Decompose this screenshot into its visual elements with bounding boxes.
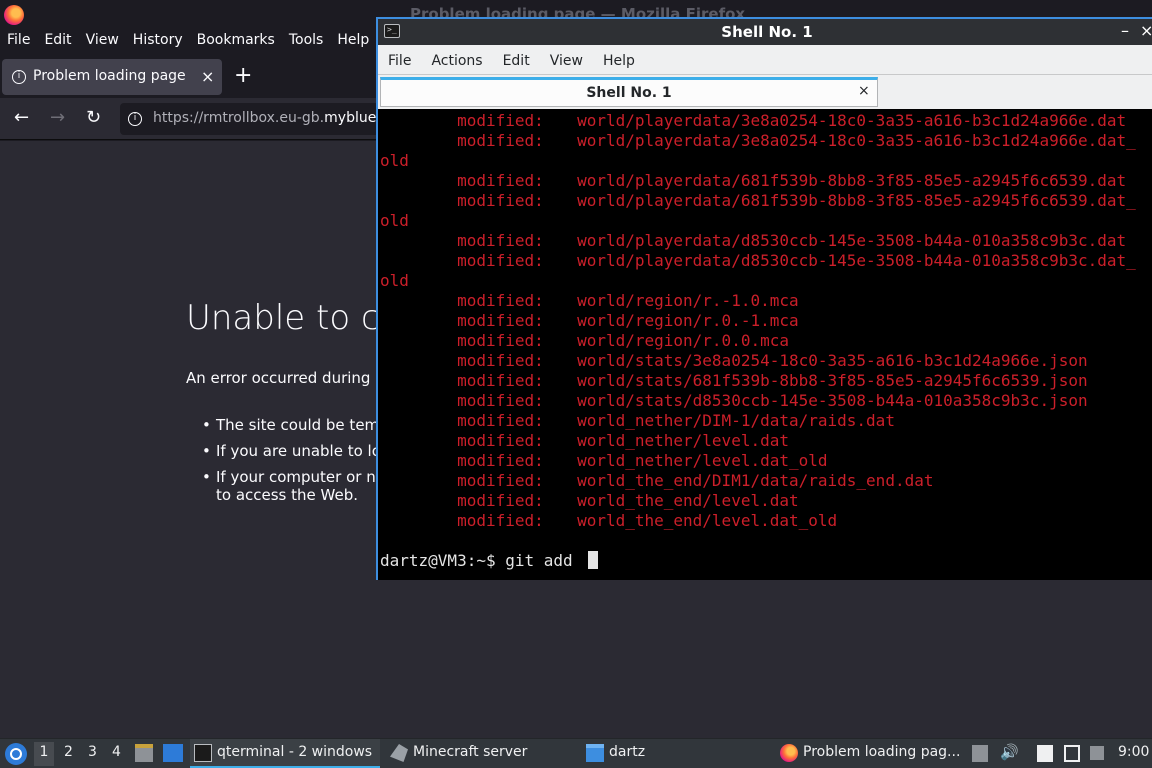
tab-close-icon[interactable]: × <box>201 67 214 86</box>
error-suggestion: The site could be tem <box>202 416 381 434</box>
error-suggestion: If you are unable to lo <box>202 442 381 460</box>
terminal-line: modified: world/playerdata/3e8a0254-18c0-… <box>457 131 1136 150</box>
terminal-line: old <box>380 211 409 230</box>
terminal-line: modified: world_nether/level.dat <box>457 431 789 450</box>
terminal-line: modified: world/region/r.-1.0.mca <box>457 291 799 310</box>
terminal-titlebar[interactable]: >_ Shell No. 1 – × <box>378 19 1152 45</box>
terminal-line: modified: world/region/r.0.-1.mca <box>457 311 799 330</box>
term-menu-help[interactable]: Help <box>593 45 645 74</box>
error-description: An error occurred during <box>186 369 371 387</box>
volume-icon[interactable]: 🔊 <box>1000 743 1019 761</box>
ff-menu-bookmarks[interactable]: Bookmarks <box>190 30 282 52</box>
new-tab-button[interactable]: + <box>234 65 252 87</box>
terminal-line: modified: world/stats/681f539b-8bb8-3f85-… <box>457 371 1088 390</box>
folder-icon <box>586 744 604 762</box>
ff-menu-tools[interactable]: Tools <box>282 30 331 52</box>
notes-icon[interactable] <box>1037 745 1053 762</box>
back-icon[interactable]: ← <box>14 108 29 128</box>
url-text[interactable]: https://rmtrollbox.eu-gb.myblue <box>153 110 376 126</box>
workspace-1[interactable]: 1 <box>34 742 54 766</box>
file-manager-icon[interactable] <box>135 744 153 762</box>
tab-shell-1[interactable]: Shell No. 1 × <box>380 77 878 107</box>
display-icon[interactable] <box>1090 746 1104 760</box>
firefox-icon <box>780 744 798 762</box>
terminal-menubar: File Actions Edit View Help <box>378 45 1152 75</box>
info-icon: i <box>12 70 26 84</box>
terminal-tab-close-icon[interactable]: × <box>858 83 870 99</box>
terminal-tabbar: Shell No. 1 × <box>378 75 1152 109</box>
workspace-2[interactable]: 2 <box>64 744 73 760</box>
term-menu-view[interactable]: View <box>540 45 593 74</box>
firefox-menubar: File Edit View History Bookmarks Tools H… <box>0 30 376 52</box>
terminal-line: old <box>380 271 409 290</box>
tab-problem-loading-page[interactable]: i Problem loading page × <box>2 59 222 95</box>
firefox-logo-icon <box>4 5 24 25</box>
clipboard-icon[interactable] <box>972 745 988 762</box>
taskbar: 1 2 3 4 qterminal - 2 windows Minecraft … <box>0 738 1152 768</box>
prompt-text: dartz@VM3:~$ git add <box>380 551 583 570</box>
taskbar-item-qterminal[interactable]: qterminal - 2 windows <box>190 739 380 768</box>
taskbar-item-label: qterminal - 2 windows <box>217 744 373 760</box>
term-menu-file[interactable]: File <box>378 45 421 74</box>
terminal-line: modified: world_nether/level.dat_old <box>457 451 828 470</box>
term-menu-edit[interactable]: Edit <box>493 45 540 74</box>
terminal-line: modified: world_the_end/level.dat <box>457 491 799 510</box>
terminal-icon <box>194 744 212 762</box>
taskbar-item-label: Problem loading pag... <box>803 744 961 760</box>
show-desktop-icon[interactable] <box>163 744 183 762</box>
terminal-line: modified: world/region/r.0.0.mca <box>457 331 789 350</box>
ff-menu-file[interactable]: File <box>0 30 37 52</box>
ff-menu-history[interactable]: History <box>126 30 190 52</box>
text-cursor <box>588 551 599 569</box>
terminal-line: modified: world/playerdata/d8530ccb-145e-… <box>457 231 1127 250</box>
term-menu-actions[interactable]: Actions <box>421 45 492 74</box>
terminal-output[interactable]: modified: world/playerdata/3e8a0254-18c0-… <box>378 111 1152 580</box>
taskbar-item-label: dartz <box>609 744 646 760</box>
ff-menu-edit[interactable]: Edit <box>37 30 78 52</box>
clock[interactable]: 9:00 <box>1118 744 1149 760</box>
telegram-icon <box>390 744 408 762</box>
terminal-line: modified: world_the_end/level.dat_old <box>457 511 838 530</box>
minimize-icon[interactable]: – <box>1121 21 1129 40</box>
terminal-line: modified: world/playerdata/3e8a0254-18c0-… <box>457 111 1127 130</box>
terminal-window-title: Shell No. 1 <box>721 23 813 41</box>
taskbar-item-minecraft-server[interactable]: Minecraft server <box>386 739 576 768</box>
error-suggestions: The site could be tem If you are unable … <box>202 416 381 504</box>
error-title: Unable to c <box>186 298 380 338</box>
terminal-line: modified: world/stats/d8530ccb-145e-3508-… <box>457 391 1088 410</box>
terminal-line: modified: world/playerdata/681f539b-8bb8-… <box>457 171 1127 190</box>
terminal-window: >_ Shell No. 1 – × File Actions Edit Vie… <box>376 17 1152 580</box>
terminal-line: modified: world/playerdata/681f539b-8bb8-… <box>457 191 1136 210</box>
close-icon[interactable]: × <box>1140 21 1152 40</box>
taskbar-item-firefox[interactable]: Problem loading pag... <box>776 739 966 768</box>
terminal-line: modified: world/stats/3e8a0254-18c0-3a35-… <box>457 351 1088 370</box>
ff-menu-help[interactable]: Help <box>330 30 376 52</box>
terminal-line: old <box>380 151 409 170</box>
terminal-line: modified: world/playerdata/d8530ccb-145e-… <box>457 251 1136 270</box>
forward-icon[interactable]: → <box>50 108 65 128</box>
terminal-line: modified: world_the_end/DIM1/data/raids_e… <box>457 471 934 490</box>
network-icon[interactable] <box>1064 745 1080 762</box>
workspace-3[interactable]: 3 <box>88 744 97 760</box>
reload-icon[interactable]: ↻ <box>86 108 101 128</box>
taskbar-item-dartz[interactable]: dartz <box>582 739 772 768</box>
taskbar-item-label: Minecraft server <box>413 744 528 760</box>
terminal-tab-title: Shell No. 1 <box>586 85 672 101</box>
start-menu-icon[interactable] <box>5 743 27 765</box>
terminal-line: modified: world_nether/DIM-1/data/raids.d… <box>457 411 895 430</box>
terminal-prompt-line[interactable]: dartz@VM3:~$ git add <box>380 551 599 571</box>
tab-title: Problem loading page <box>33 68 186 84</box>
ff-menu-view[interactable]: View <box>79 30 126 52</box>
workspace-4[interactable]: 4 <box>112 744 121 760</box>
site-info-icon[interactable]: i <box>128 112 142 126</box>
error-suggestion: If your computer or nto access the Web. <box>202 468 381 504</box>
